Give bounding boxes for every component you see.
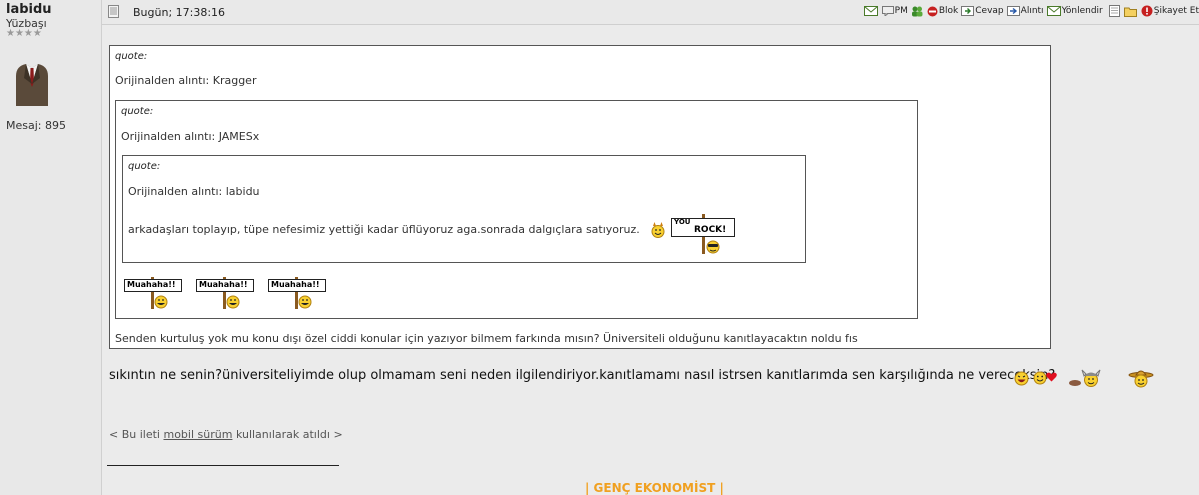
quote-text: Senden kurtuluş yok mu konu dışı özel ci… xyxy=(115,332,858,345)
copy-button[interactable] xyxy=(1108,5,1121,17)
quote-source: Orijinalden alıntı: labidu xyxy=(128,185,260,198)
report-label: Şikayet Et xyxy=(1153,6,1199,16)
report-button[interactable]: Şikayet Et xyxy=(1141,5,1199,17)
page-icon xyxy=(1108,5,1120,17)
quote-label: quote: xyxy=(121,106,154,117)
folder-icon xyxy=(1123,7,1137,17)
wink-smiley-icon xyxy=(1033,371,1047,385)
mobile-notice-suffix: kullanılarak atıldı > xyxy=(235,428,343,441)
friend-button[interactable] xyxy=(911,6,924,17)
users-icon xyxy=(911,6,923,16)
sombrero-smiley-icon xyxy=(1128,370,1154,388)
message-count: Mesaj: 895 xyxy=(6,119,66,132)
muahaha-sign-label: Muahaha!! xyxy=(127,280,176,289)
warning-icon xyxy=(1141,5,1153,17)
quote-label: quote: xyxy=(115,51,148,62)
you-rock-sign: YOU ROCK! xyxy=(671,214,735,254)
quote-source: Orijinalden alıntı: Kragger xyxy=(115,74,257,87)
you-rock-sign-bottom: ROCK! xyxy=(694,225,727,235)
mobile-notice-prefix: < Bu ileti xyxy=(109,428,160,441)
reply-button[interactable]: Cevap xyxy=(961,6,1004,16)
post-datetime: Bugün; 17:38:16 xyxy=(133,6,226,19)
quote-source: Orijinalden alıntı: JAMESx xyxy=(121,130,260,143)
avatar[interactable] xyxy=(12,54,52,106)
username[interactable]: labidu xyxy=(6,2,52,17)
devil-smiley-icon xyxy=(651,222,665,238)
envelope-button[interactable] xyxy=(863,6,879,16)
reply-label: Cevap xyxy=(975,6,1004,16)
muahaha-sign: Muahaha!! xyxy=(124,277,182,309)
post-body-text: sıkıntın ne senin?üniversiteliyimde olup… xyxy=(109,368,1056,383)
quote-block-inner: quote: Orijinalden alıntı: labidu arkada… xyxy=(122,155,806,263)
folder-button[interactable] xyxy=(1123,6,1138,17)
heart-icon xyxy=(1046,372,1057,382)
post-content-area: Bugün; 17:38:16 PM Blok Cevap Alıntı Yön… xyxy=(102,0,1199,495)
signature-title: | GENÇ EKONOMİST | xyxy=(585,481,724,495)
muahaha-sign: Muahaha!! xyxy=(196,277,254,309)
muahaha-sign-label: Muahaha!! xyxy=(271,280,320,289)
muahaha-sign: Muahaha!! xyxy=(268,277,326,309)
you-rock-sign-top: YOU xyxy=(674,218,691,226)
forward-label: Yönlendir xyxy=(1061,6,1103,16)
forward-button[interactable]: Yönlendir xyxy=(1046,6,1103,16)
laughing-smiley-icon xyxy=(1014,371,1029,386)
rank-stars: ★★★★ xyxy=(6,28,42,39)
quote-text: arkadaşları toplayıp, tüpe nefesimiz yet… xyxy=(128,223,640,236)
pm-icon xyxy=(881,6,894,16)
envelope-icon xyxy=(863,6,878,16)
block-icon xyxy=(927,6,938,16)
post-header-bar: Bugün; 17:38:16 PM Blok Cevap Alıntı Yön… xyxy=(102,0,1199,25)
post-actions: PM Blok Cevap Alıntı Yönlendir Şikayet E… xyxy=(861,5,1199,17)
quote-label: quote: xyxy=(128,161,161,172)
mobile-notice: < Bu ileti mobil sürüm kullanılarak atıl… xyxy=(109,428,343,441)
quote-icon xyxy=(1006,6,1020,16)
quote-label: Alıntı xyxy=(1020,6,1044,16)
quote-button[interactable]: Alıntı xyxy=(1006,6,1044,16)
block-button[interactable]: Blok xyxy=(927,6,958,17)
pm-button[interactable]: PM xyxy=(881,6,908,16)
reply-icon xyxy=(961,6,975,16)
block-label: Blok xyxy=(938,6,959,16)
quote-block-middle: quote: Orijinalden alıntı: JAMESx quote:… xyxy=(115,100,918,319)
user-info-column: labidu Yüzbaşı ★★★★ Mesaj: 895 xyxy=(0,0,102,495)
mobile-version-link[interactable]: mobil sürüm xyxy=(163,428,232,441)
muahaha-sign-label: Muahaha!! xyxy=(199,280,248,289)
signature-divider xyxy=(107,465,339,466)
post-document-icon xyxy=(108,5,119,18)
quote-block-outer: quote: Orijinalden alıntı: Kragger quote… xyxy=(109,45,1051,349)
forward-icon xyxy=(1046,6,1061,16)
pm-label: PM xyxy=(894,6,908,16)
viking-smiley-icon xyxy=(1069,369,1101,387)
